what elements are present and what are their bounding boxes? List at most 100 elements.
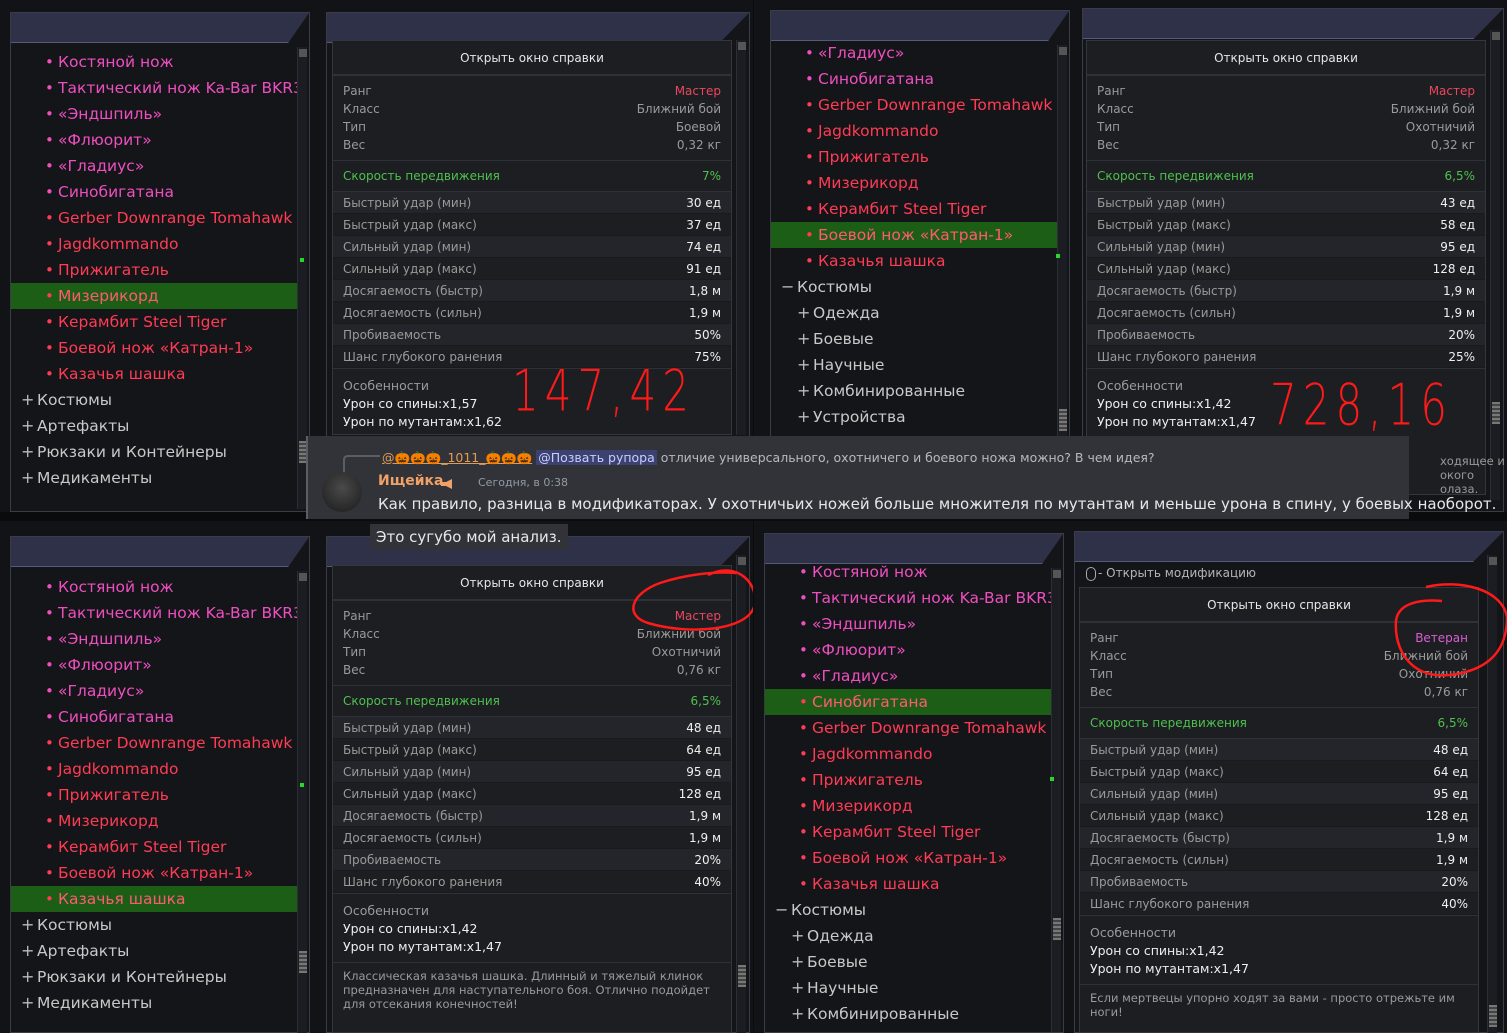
- list-item[interactable]: • Jagdkommando: [11, 231, 301, 257]
- category-item[interactable]: + Рюкзаки и Контейнеры: [11, 964, 301, 990]
- list-item[interactable]: • Jagdkommando: [771, 118, 1061, 144]
- list-item[interactable]: • Синобигатана: [11, 179, 301, 205]
- expand-icon[interactable]: +: [797, 352, 810, 378]
- collapse-icon[interactable]: −: [781, 274, 794, 300]
- list-item[interactable]: • «Эндшпиль»: [11, 101, 301, 127]
- username[interactable]: Ищейка: [378, 473, 443, 489]
- expand-icon[interactable]: +: [21, 938, 34, 964]
- list-item[interactable]: • «Флюорит»: [11, 652, 301, 678]
- expand-icon[interactable]: +: [797, 404, 810, 430]
- category-item[interactable]: − Костюмы: [765, 897, 1055, 923]
- category-item[interactable]: + Боевые: [765, 949, 1055, 975]
- list-item[interactable]: • «Эндшпиль»: [11, 626, 301, 652]
- category-item[interactable]: + Комбинированные: [765, 1001, 1055, 1027]
- list-item[interactable]: • Прижигатель: [765, 767, 1055, 793]
- list-item[interactable]: • Казачья шашка: [765, 871, 1055, 897]
- scroll-up-arrow-icon[interactable]: [299, 573, 307, 581]
- category-item[interactable]: + Медикаменты: [11, 465, 301, 491]
- list-item[interactable]: • Jagdkommando: [11, 756, 301, 782]
- list-item[interactable]: • Костяной нож: [11, 574, 301, 600]
- list-item[interactable]: • Прижигатель: [771, 144, 1061, 170]
- category-item[interactable]: + Одежда: [765, 923, 1055, 949]
- list-item[interactable]: • Gerber Downrange Tomahawk: [11, 730, 301, 756]
- expand-icon[interactable]: +: [791, 949, 804, 975]
- list-item[interactable]: • Синобигатана: [11, 704, 301, 730]
- list-item[interactable]: • Керамбит Steel Tiger: [11, 309, 301, 335]
- list-item[interactable]: • «Гладиус»: [771, 40, 1061, 66]
- scroll-up-arrow-icon[interactable]: [1489, 557, 1497, 565]
- expand-icon[interactable]: +: [797, 378, 810, 404]
- list-item[interactable]: • Казачья шашка: [11, 361, 301, 387]
- list-scrollbar[interactable]: [1051, 568, 1061, 1032]
- category-item[interactable]: + Научные: [765, 975, 1055, 1001]
- scroll-up-arrow-icon[interactable]: [1492, 32, 1500, 40]
- list-item[interactable]: • Казачья шашка: [11, 886, 301, 912]
- category-item[interactable]: + Устройства: [771, 404, 1061, 430]
- list-item[interactable]: • Тактический нож Ka-Bar BKR3: [765, 585, 1055, 611]
- list-item[interactable]: • Тактический нож Ka-Bar BKR3: [11, 600, 301, 626]
- open-help-button[interactable]: Открыть окно справки: [333, 41, 731, 75]
- list-item[interactable]: • Мизерикорд: [11, 808, 301, 834]
- list-item[interactable]: • Боевой нож «Катран-1»: [771, 222, 1061, 248]
- list-item[interactable]: • Gerber Downrange Tomahawk: [771, 92, 1061, 118]
- expand-icon[interactable]: +: [797, 326, 810, 352]
- category-item[interactable]: + Артефакты: [11, 938, 301, 964]
- category-item[interactable]: − Костюмы: [771, 274, 1061, 300]
- list-item[interactable]: • Jagdkommando: [765, 741, 1055, 767]
- expand-icon[interactable]: +: [791, 923, 804, 949]
- scroll-thumb[interactable]: [299, 951, 307, 973]
- expand-icon[interactable]: +: [791, 1001, 804, 1027]
- expand-icon[interactable]: +: [797, 300, 810, 326]
- category-item[interactable]: + Костюмы: [11, 387, 301, 413]
- expand-icon[interactable]: +: [21, 439, 34, 465]
- expand-icon[interactable]: +: [791, 975, 804, 1001]
- expand-icon[interactable]: +: [21, 387, 34, 413]
- category-item[interactable]: + Комбинированные: [771, 378, 1061, 404]
- reply-mention[interactable]: @Позвать рупора: [536, 450, 657, 465]
- info-scrollbar[interactable]: [1490, 30, 1500, 500]
- category-item[interactable]: + Медикаменты: [11, 990, 301, 1016]
- list-item[interactable]: • Мизерикорд: [771, 170, 1061, 196]
- list-item[interactable]: • «Флюорит»: [765, 637, 1055, 663]
- expand-icon[interactable]: +: [21, 465, 34, 491]
- list-item[interactable]: • Синобигатана: [765, 689, 1055, 715]
- scroll-up-arrow-icon[interactable]: [1053, 570, 1061, 578]
- list-item[interactable]: • Gerber Downrange Tomahawk: [765, 715, 1055, 741]
- scroll-thumb[interactable]: [1053, 918, 1061, 940]
- expand-icon[interactable]: +: [21, 413, 34, 439]
- list-item[interactable]: • Керамбит Steel Tiger: [771, 196, 1061, 222]
- list-item[interactable]: • Прижигатель: [11, 782, 301, 808]
- open-modification-hint[interactable]: - Открыть модификацию: [1086, 563, 1256, 583]
- scroll-thumb[interactable]: [1492, 402, 1500, 424]
- list-item[interactable]: • Казачья шашка: [771, 248, 1061, 274]
- category-item[interactable]: + Костюмы: [11, 912, 301, 938]
- list-item[interactable]: • Керамбит Steel Tiger: [765, 819, 1055, 845]
- open-help-button[interactable]: Открыть окно справки: [1087, 41, 1485, 75]
- list-item[interactable]: • Боевой нож «Катран-1»: [11, 335, 301, 361]
- list-item[interactable]: • «Флюорит»: [11, 127, 301, 153]
- scroll-thumb[interactable]: [1059, 409, 1067, 431]
- list-item[interactable]: • Боевой нож «Катран-1»: [11, 860, 301, 886]
- expand-icon[interactable]: +: [21, 912, 34, 938]
- scroll-thumb[interactable]: [738, 965, 746, 987]
- expand-icon[interactable]: +: [21, 990, 34, 1016]
- scroll-up-arrow-icon[interactable]: [738, 42, 746, 50]
- list-item[interactable]: • «Гладиус»: [765, 663, 1055, 689]
- list-scrollbar[interactable]: [297, 571, 307, 1033]
- collapse-icon[interactable]: −: [775, 897, 788, 923]
- scroll-up-arrow-icon[interactable]: [1059, 47, 1067, 55]
- list-item[interactable]: • Тактический нож Ka-Bar BKR3: [11, 75, 301, 101]
- list-item[interactable]: • «Эндшпиль»: [765, 611, 1055, 637]
- list-item[interactable]: • Керамбит Steel Tiger: [11, 834, 301, 860]
- list-item[interactable]: • Мизерикорд: [11, 283, 301, 309]
- list-item[interactable]: • Боевой нож «Катран-1»: [765, 845, 1055, 871]
- category-item[interactable]: + Научные: [771, 352, 1061, 378]
- reply-author[interactable]: @🎃🎃🎃_1011_🎃🎃🎃: [382, 450, 532, 465]
- list-item[interactable]: • Синобигатана: [771, 66, 1061, 92]
- list-item[interactable]: • Прижигатель: [11, 257, 301, 283]
- info-scrollbar[interactable]: [736, 40, 746, 435]
- category-item[interactable]: + Рюкзаки и Контейнеры: [11, 439, 301, 465]
- scroll-up-arrow-icon[interactable]: [299, 49, 307, 57]
- list-item[interactable]: • Gerber Downrange Tomahawk: [11, 205, 301, 231]
- avatar[interactable]: [322, 472, 362, 512]
